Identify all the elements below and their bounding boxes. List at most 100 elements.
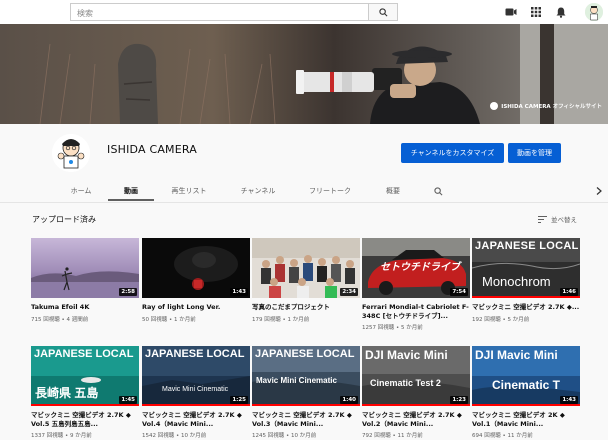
video-thumbnail[interactable]: 2:34 <box>252 238 360 298</box>
video-meta: 792 回視聴 • 11 か月前 <box>362 433 423 439</box>
video-card[interactable]: 2:58 Takuma Efoil 4K 715 回視聴 • 4 週間前 <box>31 238 139 323</box>
videos-section: アップロード済み 並べ替え 2:58 Takuma Efoil 4K 715 回… <box>0 203 608 440</box>
video-duration: 1:45 <box>119 396 137 404</box>
channel-banner: ISHIDA CAMERA オフィシャルサイト <box>0 24 608 124</box>
video-title[interactable]: マビックミニ 空撮ビデオ 2.7K ◆ Vol.4（Mavic Mini... <box>142 411 250 428</box>
customize-channel-button[interactable]: チャンネルをカスタマイズ <box>401 143 504 163</box>
notifications-bell-icon[interactable] <box>554 5 568 19</box>
video-thumbnail[interactable]: DJI Mavic Mini Cinematic Test 2 1:23 <box>362 346 470 406</box>
video-title[interactable]: Ray of light Long Ver. <box>142 303 250 312</box>
video-title[interactable]: マビックミニ 空撮ビデオ 2.7K ◆ Vol.5 五島列島五島... <box>31 411 139 428</box>
search-icon <box>433 186 442 195</box>
video-card[interactable]: 1:43 Ray of light Long Ver. 50 回視聴 • 1 か… <box>142 238 250 323</box>
tab-channels[interactable]: チャンネル <box>232 180 284 202</box>
thumbnail-subcaption: 長崎県 五島 <box>35 386 99 400</box>
watch-progress-bar <box>31 404 139 406</box>
video-card[interactable]: セトウチドライブ 7:54 Ferrari Mondial-t Cabriole… <box>362 238 470 331</box>
chevron-right-icon <box>596 187 602 195</box>
video-meta: 694 回視聴 • 11 か月前 <box>472 433 533 439</box>
video-card[interactable]: JAPANESE LOCAL Monochrom 1:46 マビックミニ 空撮ビ… <box>472 238 580 323</box>
video-card[interactable]: DJI Mavic Mini Cinematic T 1:43 マビックミニ 空… <box>472 346 580 439</box>
search-input[interactable]: 検索 <box>70 3 368 21</box>
sort-label: 並べ替え <box>551 216 577 224</box>
video-meta: 1257 回視聴 • 5 か月前 <box>362 325 423 331</box>
video-title[interactable]: マビックミニ 空撮ビデオ 2K ◆ Vol.1（Mavic Mini... <box>472 411 580 428</box>
video-title[interactable]: マビックミニ 空撮ビデオ 2.7K ◆... <box>472 303 580 312</box>
video-card[interactable]: JAPANESE LOCAL 長崎県 五島 1:45 マビックミニ 空撮ビデオ … <box>31 346 139 439</box>
video-duration: 2:34 <box>340 288 358 296</box>
video-title[interactable]: マビックミニ 空撮ビデオ 2.7K ◆ Vol.3（Mavic Mini... <box>252 411 360 428</box>
video-card[interactable]: JAPANESE LOCAL Mavic Mini Cinematic 1:25… <box>142 346 250 439</box>
banner-link-label: ISHIDA CAMERA オフィシャルサイト <box>501 104 602 110</box>
banner-link[interactable]: ISHIDA CAMERA オフィシャルサイト <box>490 102 602 110</box>
video-duration: 1:40 <box>340 396 358 404</box>
sort-button[interactable]: 並べ替え <box>538 214 577 224</box>
watch-progress-bar <box>252 404 360 406</box>
watch-progress-bar <box>362 404 470 406</box>
watch-progress-bar <box>472 296 580 298</box>
account-avatar[interactable] <box>585 3 603 21</box>
channel-search-button[interactable] <box>428 180 448 202</box>
thumbnail-subcaption: Cinematic T <box>492 378 561 392</box>
video-meta: 1337 回視聴 • 9 か月前 <box>31 433 92 439</box>
thumbnail-caption: セトウチドライブ <box>380 262 460 273</box>
video-duration: 7:54 <box>450 288 468 296</box>
top-bar: 検索 <box>0 0 608 24</box>
thumbnail-caption: JAPANESE LOCAL <box>475 240 579 252</box>
video-card[interactable]: JAPANESE LOCAL Mavic Mini Cinematic 1:40… <box>252 346 360 439</box>
watch-progress-bar <box>142 404 250 406</box>
video-title[interactable]: 写真のこだまプロジェクト <box>252 303 360 312</box>
video-duration: 1:25 <box>230 396 248 404</box>
video-duration: 1:46 <box>560 288 578 296</box>
video-meta: 715 回視聴 • 4 週間前 <box>31 316 89 323</box>
sort-icon <box>538 215 547 223</box>
video-meta: 179 回視聴 • 1 か月前 <box>252 316 310 323</box>
video-card[interactable]: DJI Mavic Mini Cinematic Test 2 1:23 マビッ… <box>362 346 470 439</box>
video-thumbnail[interactable]: セトウチドライブ 7:54 <box>362 238 470 298</box>
thumbnail-caption: JAPANESE LOCAL <box>255 348 355 360</box>
apps-icon[interactable] <box>529 5 543 19</box>
tabs-scroll-right-button[interactable] <box>592 180 606 202</box>
video-duration: 1:43 <box>560 396 578 404</box>
video-thumbnail[interactable]: JAPANESE LOCAL Monochrom 1:46 <box>472 238 580 298</box>
video-meta: 1245 回視聴 • 10 か月前 <box>252 433 317 439</box>
video-card[interactable]: 2:34 写真のこだまプロジェクト 179 回視聴 • 1 か月前 <box>252 238 360 323</box>
channel-name: ISHIDA CAMERA <box>107 143 198 156</box>
search-icon <box>378 7 387 16</box>
video-title[interactable]: Ferrari Mondial-t Cabriolet F-348C [セトウチ… <box>362 303 470 320</box>
thumbnail-caption: JAPANESE LOCAL <box>34 348 134 360</box>
video-meta: 1542 回視聴 • 10 か月前 <box>142 433 207 439</box>
video-thumbnail[interactable]: JAPANESE LOCAL 長崎県 五島 1:45 <box>31 346 139 406</box>
video-duration: 1:43 <box>230 288 248 296</box>
video-thumbnail[interactable]: JAPANESE LOCAL Mavic Mini Cinematic 1:25 <box>142 346 250 406</box>
create-video-icon[interactable] <box>504 5 518 19</box>
watch-progress-bar <box>472 404 580 406</box>
video-thumbnail[interactable]: DJI Mavic Mini Cinematic T 1:43 <box>472 346 580 406</box>
video-meta: 50 回視聴 • 1 か月前 <box>142 316 196 323</box>
video-title[interactable]: Takuma Efoil 4K <box>31 303 139 312</box>
thumbnail-caption: JAPANESE LOCAL <box>145 348 245 360</box>
thumbnail-subcaption: Mavic Mini Cinematic <box>162 386 229 393</box>
thumbnail-subcaption: Monochrom <box>482 274 551 289</box>
thumbnail-caption: DJI Mavic Mini <box>365 348 448 362</box>
video-duration: 1:23 <box>450 396 468 404</box>
website-icon <box>490 102 499 110</box>
tab-about[interactable]: 概要 <box>376 180 410 202</box>
video-duration: 2:58 <box>119 288 137 296</box>
thumbnail-subcaption: Cinematic Test 2 <box>370 378 441 388</box>
tab-discussion[interactable]: フリートーク <box>300 180 360 202</box>
channel-avatar <box>52 134 90 172</box>
thumbnail-caption: DJI Mavic Mini <box>475 348 558 362</box>
video-thumbnail[interactable]: JAPANESE LOCAL Mavic Mini Cinematic 1:40 <box>252 346 360 406</box>
tab-playlists[interactable]: 再生リスト <box>164 180 214 202</box>
tab-home[interactable]: ホーム <box>58 180 104 202</box>
active-tab-indicator <box>108 199 154 201</box>
thumbnail-subcaption: Mavic Mini Cinematic <box>256 376 337 385</box>
video-thumbnail[interactable]: 1:43 <box>142 238 250 298</box>
video-title[interactable]: マビックミニ 空撮ビデオ 2.7K ◆ Vol.2（Mavic Mini... <box>362 411 470 428</box>
search-button[interactable] <box>368 3 398 21</box>
channel-tabs: ホーム 動画 再生リスト チャンネル フリートーク 概要 <box>0 180 608 202</box>
video-meta: 192 回視聴 • 5 か月前 <box>472 316 530 323</box>
manage-videos-button[interactable]: 動画を管理 <box>508 143 561 163</box>
video-thumbnail[interactable]: 2:58 <box>31 238 139 298</box>
